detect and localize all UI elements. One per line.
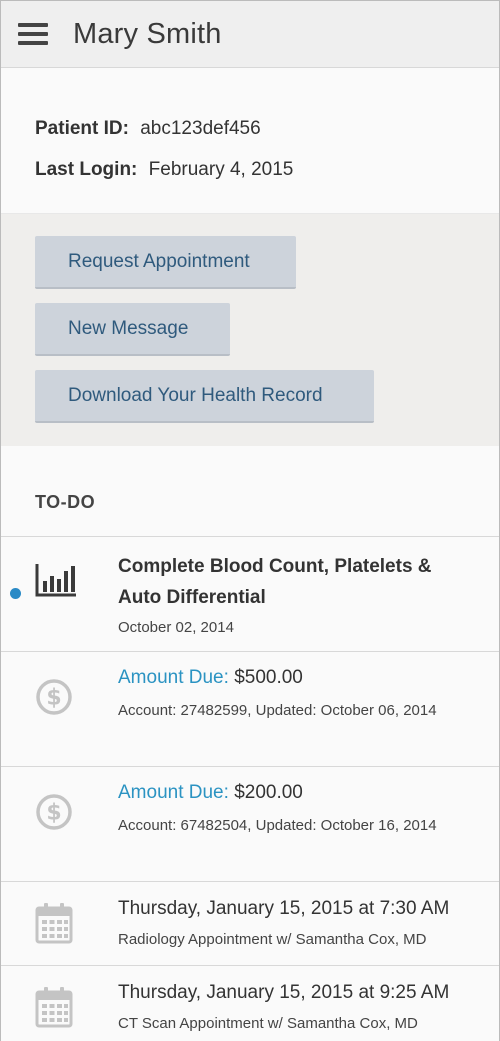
todo-item-payment[interactable]: $ Amount Due: $200.00 Account: 67482504,… bbox=[1, 767, 499, 882]
actions-panel: Request Appointment New Message Download… bbox=[1, 213, 499, 446]
amount-due-line: Amount Due: $200.00 bbox=[118, 780, 499, 805]
todo-item-payment[interactable]: $ Amount Due: $500.00 Account: 27482599,… bbox=[1, 652, 499, 767]
todo-item-appointment[interactable]: Thursday, January 15, 2015 at 9:25 AM CT… bbox=[1, 966, 499, 1041]
appointment-description: CT Scan Appointment w/ Samantha Cox, MD bbox=[118, 1015, 418, 1032]
todo-heading: TO-DO bbox=[1, 446, 499, 537]
app-frame: Mary Smith Patient ID: abc123def456 Last… bbox=[0, 0, 500, 1041]
unread-indicator bbox=[10, 588, 21, 599]
appointment-datetime: Thursday, January 15, 2015 at 7:30 AM bbox=[118, 898, 450, 919]
patient-info: Patient ID: abc123def456 Last Login: Feb… bbox=[1, 68, 499, 213]
app-header: Mary Smith bbox=[1, 1, 499, 68]
calendar-icon bbox=[35, 902, 73, 949]
last-login-value: February 4, 2015 bbox=[148, 159, 294, 180]
appointment-datetime: Thursday, January 15, 2015 at 9:25 AM bbox=[118, 982, 450, 1003]
patient-id-label: Patient ID: bbox=[35, 118, 129, 139]
last-login-row: Last Login: February 4, 2015 bbox=[35, 159, 499, 200]
page-title: Mary Smith bbox=[73, 17, 222, 50]
amount-due-label: Amount Due: bbox=[118, 782, 229, 803]
calendar-icon bbox=[35, 986, 73, 1033]
todo-item-lab-result[interactable]: Complete Blood Count, Platelets & Auto D… bbox=[1, 537, 499, 652]
patient-id-value: abc123def456 bbox=[140, 118, 261, 139]
hamburger-menu-icon[interactable] bbox=[18, 23, 48, 45]
lab-result-date: October 02, 2014 bbox=[118, 619, 234, 636]
lab-result-title-line1: Complete Blood Count, Platelets & bbox=[118, 556, 432, 577]
amount-due-label: Amount Due: bbox=[118, 667, 229, 688]
amount-due-line: Amount Due: $500.00 bbox=[118, 665, 499, 690]
lab-result-title-line2: Auto Differential bbox=[118, 587, 266, 608]
amount-due-value: $500.00 bbox=[234, 667, 303, 688]
appointment-description: Radiology Appointment w/ Samantha Cox, M… bbox=[118, 931, 427, 948]
svg-text:$: $ bbox=[46, 801, 61, 826]
payment-detail: Account: 27482599, Updated: October 06, … bbox=[118, 702, 437, 719]
amount-due-value: $200.00 bbox=[234, 782, 303, 803]
dollar-icon: $ bbox=[35, 678, 73, 721]
todo-item-appointment[interactable]: Thursday, January 15, 2015 at 7:30 AM Ra… bbox=[1, 882, 499, 966]
svg-text:$: $ bbox=[46, 686, 61, 711]
patient-id-row: Patient ID: abc123def456 bbox=[35, 118, 499, 159]
request-appointment-button[interactable]: Request Appointment bbox=[35, 236, 296, 289]
last-login-label: Last Login: bbox=[35, 159, 138, 180]
payment-detail: Account: 67482504, Updated: October 16, … bbox=[118, 817, 437, 834]
dollar-icon: $ bbox=[35, 793, 73, 836]
bar-chart-icon bbox=[35, 563, 77, 602]
new-message-button[interactable]: New Message bbox=[35, 303, 230, 356]
download-health-record-button[interactable]: Download Your Health Record bbox=[35, 370, 374, 423]
